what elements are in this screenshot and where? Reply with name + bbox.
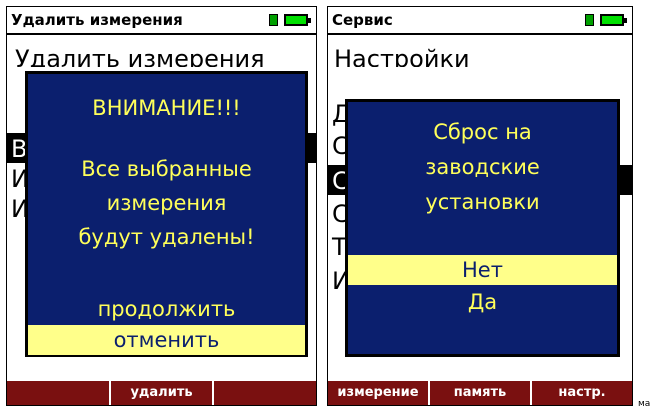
dialog-message-line: Все выбранные bbox=[81, 157, 252, 181]
battery-icon bbox=[600, 14, 627, 26]
dialog-message-line: установки bbox=[425, 190, 540, 214]
battery-icon bbox=[284, 14, 311, 26]
title-bar: Сервис bbox=[328, 7, 632, 35]
background-selected-band-end bbox=[308, 133, 316, 163]
option-no[interactable]: Нет bbox=[348, 255, 617, 285]
dialog-message-line: будут удалены! bbox=[78, 225, 255, 249]
background-menu-heading: Удалить измерения bbox=[15, 47, 265, 67]
dialog-message-line: заводские bbox=[425, 155, 540, 179]
background-selected-band-end bbox=[620, 165, 632, 195]
option-continue[interactable]: продолжить bbox=[28, 294, 305, 324]
softkey-measurement[interactable]: измерение bbox=[328, 381, 430, 405]
screen-title: Удалить измерения bbox=[11, 11, 183, 29]
dialog-message-line: измерения bbox=[106, 191, 227, 215]
option-yes[interactable]: Да bbox=[348, 287, 617, 317]
factory-reset-dialog: Сброс на заводские установки Нет Да bbox=[345, 99, 620, 357]
right-device-screen: Сервис Настройки Д С С С Т И Сброс на за… bbox=[327, 6, 633, 406]
softkey-bar: удалить bbox=[7, 381, 316, 405]
dialog-message-line: Сброс на bbox=[433, 120, 532, 144]
cropped-edge-text: ма bbox=[638, 399, 651, 409]
softkey-right[interactable] bbox=[214, 381, 316, 405]
warning-dialog: ВНИМАНИЕ!!! Все выбранные измерения буду… bbox=[25, 71, 308, 357]
softkey-delete[interactable]: удалить bbox=[111, 381, 215, 405]
softkey-left[interactable] bbox=[7, 381, 111, 405]
softkey-memory[interactable]: память bbox=[430, 381, 532, 405]
left-device-screen: Удалить измерения Удалить измерения В И … bbox=[6, 6, 317, 406]
dialog-heading: ВНИМАНИЕ!!! bbox=[92, 96, 241, 120]
title-bar: Удалить измерения bbox=[7, 7, 316, 35]
option-cancel[interactable]: отменить bbox=[28, 325, 305, 355]
power-plug-icon bbox=[269, 14, 278, 26]
screen-title: Сервис bbox=[332, 11, 393, 29]
softkey-settings[interactable]: настр. bbox=[532, 381, 632, 405]
power-plug-icon bbox=[585, 14, 594, 26]
softkey-bar: измерение память настр. bbox=[328, 381, 632, 405]
background-menu-heading: Настройки bbox=[334, 47, 470, 67]
